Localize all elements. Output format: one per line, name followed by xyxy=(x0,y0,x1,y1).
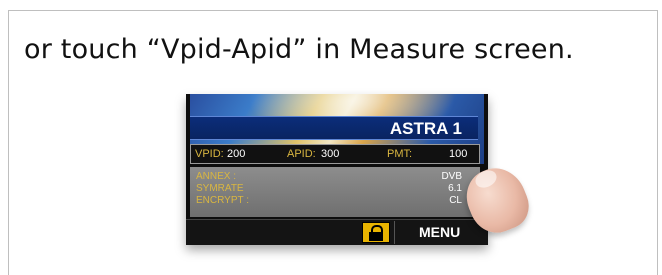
pmt-label: PMT: xyxy=(387,148,413,160)
encrypt-value: CL xyxy=(449,195,462,206)
instruction-text: or touch “Vpid-Apid” in Measure screen. xyxy=(24,34,574,65)
vpid-apid-row[interactable]: VPID: 200 APID: 300 PMT: 100 xyxy=(190,144,480,164)
apid-value: 300 xyxy=(321,148,340,160)
symrate-value: 6.1 xyxy=(448,183,462,194)
annex-label: ANNEX : xyxy=(196,171,237,182)
transponder-info-panel: ANNEX : DVB SYMRATE 6.1 ENCRYPT : CL xyxy=(190,167,480,217)
annex-value: DVB xyxy=(441,171,462,182)
vpid-label: VPID: xyxy=(195,148,224,160)
satellite-name: ASTRA 1 xyxy=(190,116,478,140)
device-screen: ASTRA 1 VPID: 200 APID: 300 PMT: 100 ANN… xyxy=(186,94,488,245)
padlock-icon[interactable] xyxy=(362,222,390,243)
menu-button[interactable]: MENU xyxy=(394,221,486,244)
encrypt-label: ENCRYPT : xyxy=(196,195,249,206)
pmt-value: 100 xyxy=(449,148,468,160)
bottom-toolbar: MENU xyxy=(186,219,488,245)
apid-label: APID: xyxy=(287,148,316,160)
vpid-value: 200 xyxy=(227,148,246,160)
symrate-label: SYMRATE xyxy=(196,183,244,194)
